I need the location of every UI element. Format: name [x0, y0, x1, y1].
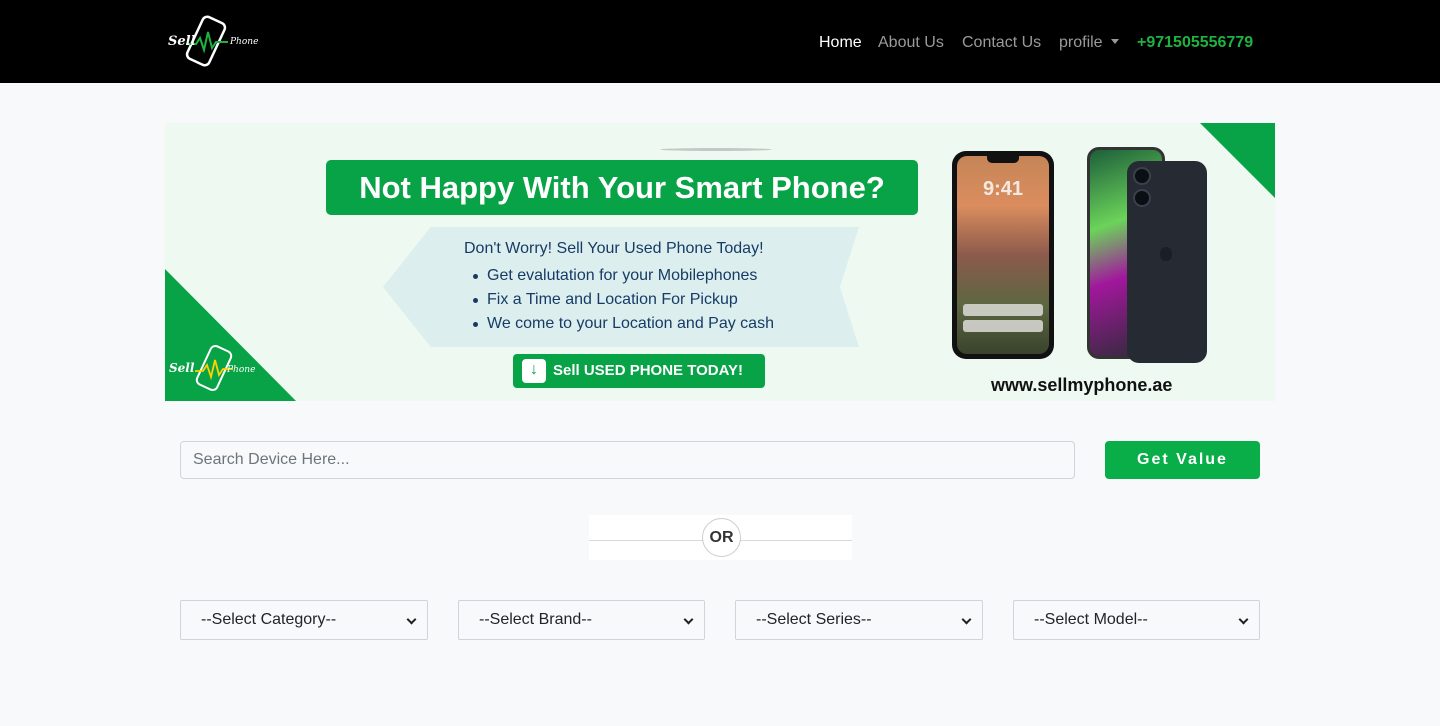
- get-value-button[interactable]: Get Value: [1105, 441, 1260, 479]
- chevron-down-icon: [961, 614, 972, 625]
- list-item: Get evalutation for your Mobilephones: [473, 266, 774, 290]
- banner-subtitle: Don't Worry! Sell Your Used Phone Today!: [464, 240, 764, 257]
- apple-logo-icon: [1160, 247, 1172, 261]
- or-divider: OR: [589, 515, 852, 560]
- phone-time: 9:41: [982, 178, 1024, 200]
- hero-banner[interactable]: Sell Phone Not Happy With Your Smart Pho…: [165, 123, 1275, 401]
- banner-logo: Sell Phone: [167, 343, 259, 399]
- category-select-value: --Select Category--: [201, 611, 337, 628]
- corner-triangle-decoration: [1200, 123, 1275, 198]
- caret-down-icon: [1110, 39, 1119, 44]
- or-label: OR: [702, 518, 741, 557]
- nav-profile-dropdown[interactable]: profile: [1059, 32, 1119, 54]
- nav-home-link[interactable]: Home: [819, 32, 862, 54]
- navbar: Sell Phone Home About Us Contact Us prof…: [0, 0, 1440, 83]
- model-select[interactable]: --Select Model--: [1013, 600, 1260, 640]
- nav-phone-link[interactable]: +971505556779: [1137, 32, 1253, 54]
- banner-bullet-list: Get evalutation for your Mobilephones Fi…: [473, 266, 774, 338]
- banner-headline: Not Happy With Your Smart Phone?: [326, 160, 918, 215]
- banner-logo-text-phone: Phone: [227, 365, 256, 375]
- shadow-decoration: [660, 148, 772, 151]
- brand-select[interactable]: --Select Brand--: [458, 600, 705, 640]
- chevron-down-icon: [406, 614, 417, 625]
- sell-used-phone-button[interactable]: Sell USED PHONE TODAY!: [513, 354, 765, 388]
- nav-profile-label: profile: [1059, 34, 1103, 51]
- banner-logo-text-sell: Sell: [169, 361, 195, 375]
- phone-front-image: 9:41: [952, 151, 1054, 359]
- logo-text-sell: Sell: [168, 34, 196, 49]
- sell-button-label: Sell USED PHONE TODAY!: [553, 362, 744, 379]
- banner-url: www.sellmyphone.ae: [991, 375, 1173, 395]
- site-logo[interactable]: Sell Phone: [166, 14, 261, 72]
- chevron-down-icon: [1238, 614, 1249, 625]
- list-item: We come to your Location and Pay cash: [473, 314, 774, 338]
- category-select[interactable]: --Select Category--: [180, 600, 428, 640]
- chevron-down-icon: [683, 614, 694, 625]
- nav-about-link[interactable]: About Us: [878, 32, 944, 54]
- phone-back-image: [1087, 147, 1207, 363]
- brand-select-value: --Select Brand--: [479, 611, 592, 628]
- nav-contact-link[interactable]: Contact Us: [962, 32, 1041, 54]
- device-search-input[interactable]: [180, 441, 1075, 479]
- list-item: Fix a Time and Location For Pickup: [473, 290, 774, 314]
- series-select[interactable]: --Select Series--: [735, 600, 983, 640]
- series-select-value: --Select Series--: [756, 611, 872, 628]
- model-select-value: --Select Model--: [1034, 611, 1148, 628]
- download-icon: [522, 359, 546, 383]
- logo-text-phone: Phone: [230, 37, 259, 47]
